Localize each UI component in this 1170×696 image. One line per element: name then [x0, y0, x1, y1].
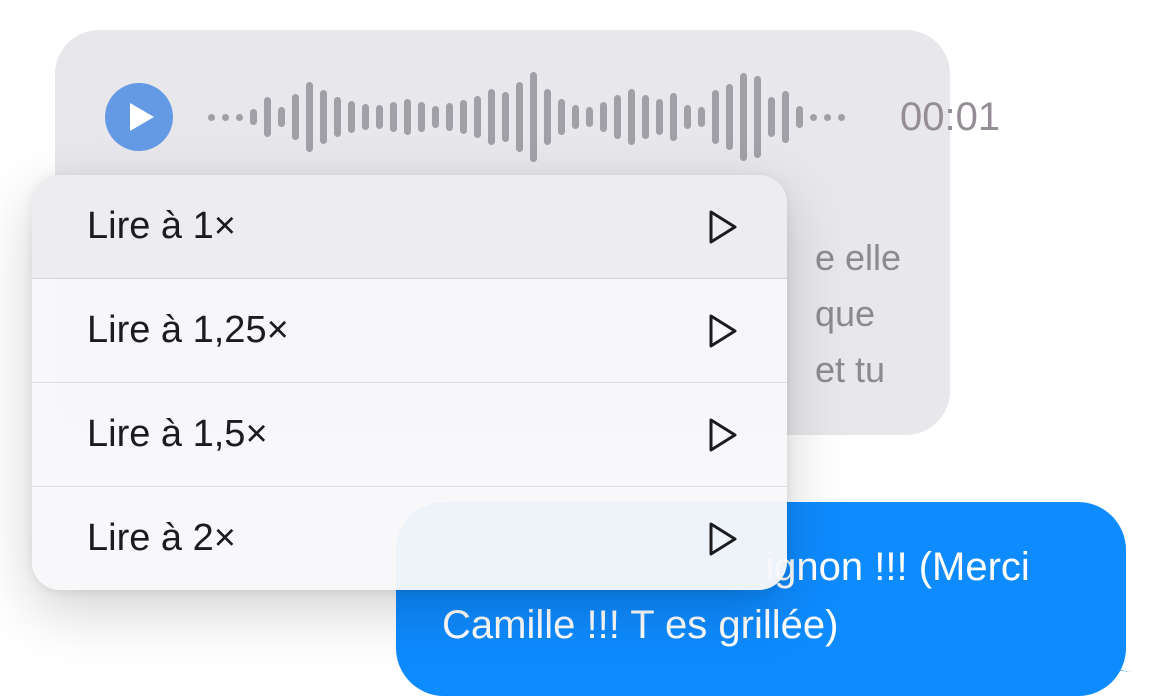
- bubble-tail-icon: [1092, 639, 1132, 674]
- waveform-bar: [446, 103, 453, 131]
- waveform-bar: [656, 99, 663, 135]
- play-outline-icon: [707, 417, 739, 453]
- speed-option-1x[interactable]: Lire à 1×: [32, 175, 787, 279]
- waveform-bar: [222, 114, 229, 121]
- waveform-bar: [684, 105, 691, 129]
- sent-text-line2: Camille !!! T es grillée): [442, 603, 838, 647]
- play-icon: [128, 101, 156, 133]
- waveform-bar: [278, 107, 285, 127]
- waveform-bar: [334, 97, 341, 137]
- transcription-partial-text: e elle que et tu: [815, 230, 901, 397]
- waveform-bar: [320, 90, 327, 144]
- transcription-line: que: [815, 286, 901, 342]
- waveform-bar: [362, 104, 369, 130]
- waveform-bar: [390, 102, 397, 132]
- waveform-bar: [208, 114, 215, 121]
- waveform-bar: [740, 73, 747, 161]
- speed-option-1-25x[interactable]: Lire à 1,25×: [32, 279, 787, 383]
- waveform-bar: [600, 102, 607, 132]
- waveform-bar: [628, 89, 635, 145]
- waveform-bar: [376, 105, 383, 129]
- speed-option-label: Lire à 1,25×: [87, 309, 289, 352]
- waveform-bar: [586, 107, 593, 127]
- waveform-bar: [670, 93, 677, 141]
- waveform-bar: [250, 109, 257, 125]
- waveform-bar: [796, 106, 803, 128]
- waveform-bar: [558, 99, 565, 135]
- waveform-bar: [712, 90, 719, 144]
- play-outline-icon: [707, 521, 739, 557]
- waveform-bar: [404, 99, 411, 135]
- audio-controls-row: 00:01: [105, 72, 900, 162]
- play-button[interactable]: [105, 83, 173, 151]
- transcription-line: e elle: [815, 230, 901, 286]
- speed-option-label: Lire à 1,5×: [87, 413, 268, 456]
- waveform-bar: [516, 82, 523, 152]
- speed-option-1-5x[interactable]: Lire à 1,5×: [32, 383, 787, 487]
- waveform-bar: [348, 101, 355, 133]
- waveform-bar: [502, 92, 509, 142]
- waveform-bar: [418, 102, 425, 132]
- waveform-bar: [726, 84, 733, 150]
- waveform-bar: [432, 106, 439, 128]
- waveform-bar: [236, 114, 243, 121]
- waveform-bar: [698, 107, 705, 127]
- playback-speed-menu: Lire à 1× Lire à 1,25× Lire à 1,5× Lire …: [32, 175, 787, 590]
- waveform-bar: [544, 89, 551, 145]
- waveform-bar: [530, 72, 537, 162]
- waveform-bar: [572, 105, 579, 129]
- sent-text-line1: ignon !!! (Merci: [765, 545, 1030, 589]
- waveform-bar: [474, 96, 481, 138]
- speed-option-label: Lire à 2×: [87, 517, 236, 560]
- speed-option-label: Lire à 1×: [87, 205, 236, 248]
- waveform-bar: [838, 114, 845, 121]
- waveform-bar: [306, 82, 313, 152]
- waveform-bar: [264, 97, 271, 137]
- waveform-bar: [460, 100, 467, 134]
- waveform-bar: [824, 114, 831, 121]
- play-outline-icon: [707, 313, 739, 349]
- play-outline-icon: [707, 209, 739, 245]
- waveform-bar: [754, 76, 761, 158]
- waveform-bar: [642, 95, 649, 139]
- audio-timestamp: 00:01: [900, 95, 1000, 140]
- waveform-bar: [292, 94, 299, 140]
- waveform-bar: [488, 89, 495, 145]
- waveform-bar: [782, 91, 789, 143]
- speed-option-2x[interactable]: Lire à 2×: [32, 487, 787, 590]
- audio-waveform[interactable]: [208, 72, 845, 162]
- waveform-bar: [768, 97, 775, 137]
- waveform-bar: [810, 114, 817, 121]
- waveform-bar: [614, 95, 621, 139]
- transcription-line: et tu: [815, 342, 901, 398]
